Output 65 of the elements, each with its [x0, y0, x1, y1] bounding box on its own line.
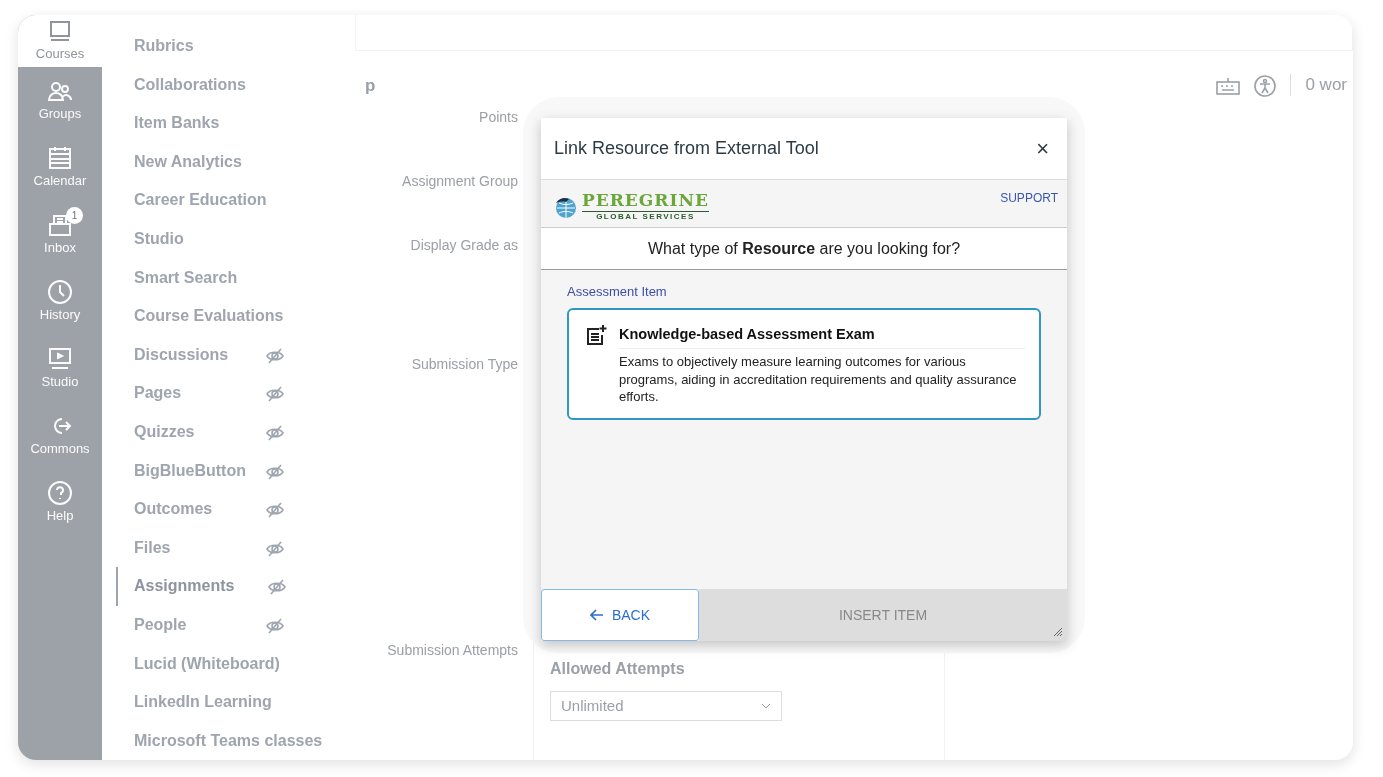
- back-button[interactable]: BACK: [541, 589, 699, 641]
- nav-label: Courses: [35, 45, 85, 64]
- global-nav-item[interactable]: Studio: [18, 335, 102, 402]
- course-nav-link[interactable]: Outcomes: [116, 490, 355, 529]
- global-nav-item[interactable]: Commons: [18, 402, 102, 469]
- course-nav-link[interactable]: Assignments: [116, 567, 355, 606]
- course-nav-link[interactable]: BigBlueButton: [116, 451, 355, 491]
- unread-badge: 1: [66, 207, 83, 224]
- clock-icon: [47, 278, 73, 305]
- field-label: Allowed Attempts: [550, 659, 686, 679]
- document-plus-icon: [585, 323, 607, 346]
- course-nav-link[interactable]: People: [116, 605, 355, 645]
- word-count: 0 wor: [1305, 74, 1347, 96]
- help-icon: [47, 479, 73, 506]
- global-nav-item[interactable]: History: [18, 268, 102, 335]
- field-label: Submission Attempts: [386, 641, 518, 660]
- course-nav-link[interactable]: Pages: [116, 374, 355, 413]
- field-label: Assignment Group: [401, 172, 518, 191]
- global-nav-item[interactable]: Calendar: [18, 134, 102, 201]
- nav-label: Groups: [38, 104, 82, 123]
- calendar-icon: [47, 144, 73, 171]
- page-title: p: [365, 75, 376, 97]
- nav-label: Calendar: [33, 171, 87, 190]
- global-nav-item[interactable]: Inbox 1: [18, 201, 102, 268]
- course-nav-link[interactable]: Studio: [116, 219, 355, 259]
- course-nav-link[interactable]: Rubrics: [116, 27, 355, 66]
- course-nav-link[interactable]: Microsoft Teams classes: [116, 721, 355, 760]
- field-label: Display Grade as: [409, 236, 518, 255]
- accessibility-icon[interactable]: [1254, 72, 1277, 98]
- nav-label: Studio: [41, 372, 79, 391]
- course-nav-link[interactable]: Career Education: [116, 181, 355, 220]
- close-button[interactable]: ×: [1032, 137, 1053, 160]
- course-nav-link[interactable]: Smart Search: [116, 258, 355, 298]
- global-nav-item[interactable]: Courses: [18, 15, 102, 67]
- resize-grip-icon: [1053, 627, 1063, 637]
- arrow-left-icon: [589, 609, 604, 621]
- nav-label: Help: [46, 506, 74, 525]
- global-nav-item[interactable]: Help: [18, 469, 102, 536]
- option-description: Exams to objectively measure learning outcomes for various programs, aiding in accreditation requirements and quality assurance efforts.: [619, 353, 1018, 406]
- option-title: Knowledge-based Assessment Exam: [619, 323, 1025, 350]
- section-label: Assessment Item: [567, 283, 668, 301]
- monitor-icon: [47, 345, 73, 372]
- course-nav-link[interactable]: Collaborations: [116, 65, 355, 105]
- course-nav-link[interactable]: LinkedIn Learning: [116, 683, 355, 722]
- global-nav-item[interactable]: Groups: [18, 67, 102, 134]
- modal-title: Link Resource from External Tool: [554, 137, 819, 160]
- field-label: Submission Type: [410, 355, 518, 374]
- nav-label: Inbox: [44, 238, 76, 257]
- support-link[interactable]: SUPPORT: [1000, 189, 1058, 227]
- question-text: What type of Resource are you looking for?: [647, 238, 961, 259]
- course-nav-link[interactable]: Lucid (Whiteboard): [116, 644, 355, 684]
- course-nav-link[interactable]: New Analytics: [116, 142, 355, 182]
- brand-name: PEREGRINE: [582, 191, 709, 211]
- brand-tagline: GLOBAL SERVICES: [582, 211, 709, 222]
- course-nav-link[interactable]: Files: [116, 528, 355, 568]
- caret-icon: [761, 703, 771, 709]
- course-nav-link[interactable]: Quizzes: [116, 412, 355, 452]
- resource-option[interactable]: Knowledge-based Assessment Exam Exams to objectively measure learning outcomes for various programs, aiding in accreditation requirements and quality assurance efforts.: [567, 307, 1041, 420]
- nav-label: Commons: [30, 439, 90, 458]
- nav-label: History: [39, 305, 81, 324]
- attempts-select[interactable]: Unlimited: [550, 691, 782, 721]
- course-nav-link[interactable]: Item Banks: [116, 104, 355, 143]
- course-nav-link[interactable]: Discussions: [116, 335, 355, 375]
- field-label: Points: [478, 108, 518, 127]
- course-nav-link[interactable]: Course Evaluations: [116, 297, 355, 336]
